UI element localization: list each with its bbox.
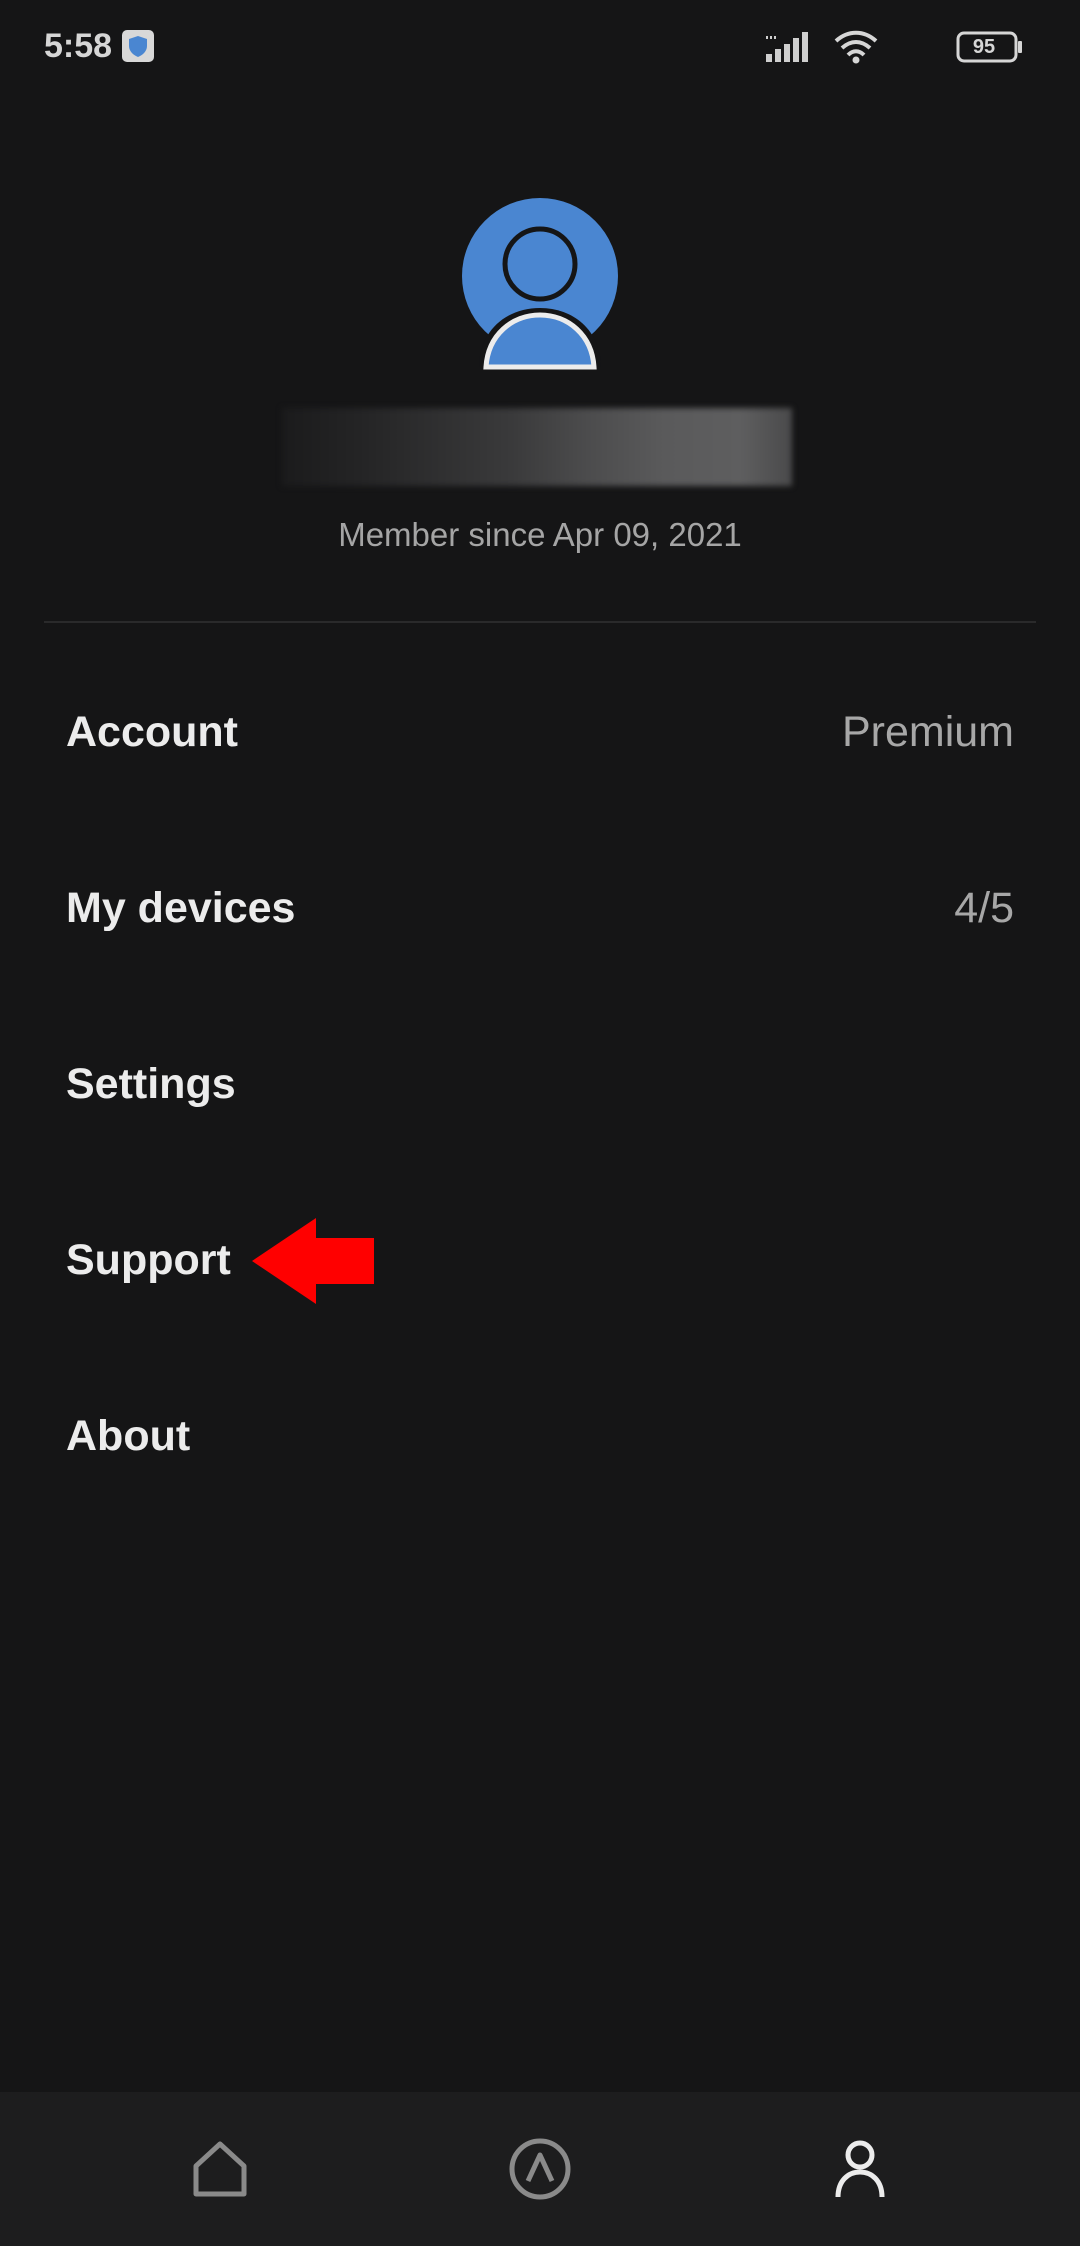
nav-home-button[interactable] — [40, 2092, 400, 2246]
vpn-connect-icon — [508, 2137, 572, 2201]
menu-item-label: Account — [66, 708, 238, 756]
menu-item-support[interactable]: Support — [0, 1172, 1080, 1348]
wifi-icon — [834, 30, 878, 64]
vpn-shield-icon — [122, 30, 154, 62]
account-plan-value: Premium — [841, 708, 1014, 756]
home-icon — [192, 2140, 248, 2198]
divider — [44, 621, 1036, 623]
status-time: 5:58 — [44, 27, 113, 65]
devices-count-value: 4/5 — [954, 884, 1014, 932]
nav-vpn-button[interactable] — [360, 2092, 720, 2246]
menu-item-settings[interactable]: Settings — [0, 996, 1080, 1172]
bottom-nav — [0, 2092, 1080, 2246]
battery-level: 95 — [972, 36, 996, 58]
status-right-group: 95 — [724, 28, 1024, 68]
menu-item-label: Settings — [66, 1060, 236, 1108]
menu-item-about[interactable]: About — [0, 1348, 1080, 1524]
menu-item-label: My devices — [66, 884, 296, 932]
red-arrow-icon — [252, 1218, 374, 1304]
status-bar: 5:58 95 — [0, 0, 1080, 96]
menu-item-my-devices[interactable]: My devices 4/5 — [0, 820, 1080, 996]
member-since-text: Member since Apr 09, 2021 — [338, 516, 742, 553]
signal-icon — [766, 32, 810, 64]
user-avatar-icon[interactable] — [462, 198, 618, 374]
menu-item-account[interactable]: Account Premium — [0, 644, 1080, 820]
profile-icon — [834, 2139, 886, 2199]
username-redacted — [282, 408, 792, 486]
menu-item-label: Support — [66, 1236, 231, 1284]
nav-profile-button[interactable] — [680, 2092, 1040, 2246]
menu-item-label: About — [66, 1412, 191, 1460]
